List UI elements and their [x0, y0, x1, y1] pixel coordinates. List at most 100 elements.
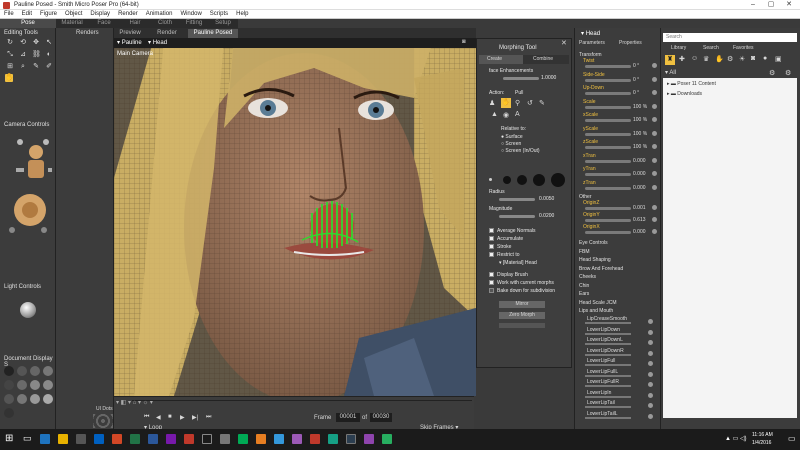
brush-tiny-icon[interactable]: [489, 178, 492, 181]
morph-group-item[interactable]: Eye Controls: [579, 240, 608, 246]
camera-controls-widget[interactable]: [6, 130, 52, 236]
add-library-icon[interactable]: ⚙: [769, 69, 775, 77]
morph-group-item[interactable]: Cheeks: [579, 274, 596, 280]
param-value[interactable]: 0 °: [633, 63, 639, 69]
magnitude-value[interactable]: 0.0200: [539, 213, 554, 219]
param-value[interactable]: 100 %: [633, 131, 647, 137]
param-dial-icon[interactable]: [652, 76, 657, 82]
tab-preview[interactable]: Preview: [114, 29, 146, 38]
favorites-tab[interactable]: Favorites: [733, 45, 754, 51]
relative-screen-radio[interactable]: ○ Screen: [501, 141, 521, 147]
acrobat-taskbar-icon[interactable]: [184, 434, 194, 444]
lip-morph-row[interactable]: LowerLipTail: [575, 400, 661, 410]
relative-screen-inout-radio[interactable]: ○ Screen (In/Out): [501, 148, 540, 154]
extra-morph-button[interactable]: [499, 323, 545, 328]
lip-morph-dial-icon[interactable]: [648, 413, 653, 419]
param-dial-icon[interactable]: [652, 103, 657, 109]
room-tab-hair[interactable]: Hair: [120, 19, 150, 28]
brush-xlarge-icon[interactable]: [551, 173, 565, 187]
poses-category-icon[interactable]: ✚: [679, 55, 685, 63]
notifications-icon[interactable]: ▭: [788, 434, 796, 443]
lights-category-icon[interactable]: ☀: [739, 55, 745, 63]
explorer-taskbar-icon[interactable]: [58, 434, 68, 444]
param-slider[interactable]: [585, 146, 631, 149]
work-current-checkbox[interactable]: [489, 280, 494, 285]
flat-shaded-style-icon[interactable]: [17, 380, 27, 390]
renders-label[interactable]: Renders: [76, 30, 99, 36]
preview-style-icon[interactable]: [43, 394, 53, 404]
lip-morph-row[interactable]: LowerLipFullR: [575, 379, 661, 389]
direct-manip-icon[interactable]: ✎: [32, 63, 40, 71]
outline-style-icon[interactable]: [17, 366, 27, 376]
smooth-brush-icon[interactable]: ⚲: [515, 99, 520, 107]
morphing-tool-icon[interactable]: ✋: [5, 74, 14, 82]
task-view-icon[interactable]: ▭: [23, 433, 32, 444]
relative-surface-radio[interactable]: ● Surface: [501, 134, 523, 140]
stop-icon[interactable]: ■: [168, 414, 172, 420]
lip-morph-dial-icon[interactable]: [648, 340, 653, 345]
radius-value[interactable]: 0.0050: [539, 196, 554, 202]
param-value[interactable]: 0.000: [633, 158, 646, 164]
param-value[interactable]: 100 %: [633, 144, 647, 150]
close-button[interactable]: ✕: [782, 1, 796, 9]
figures-category-icon[interactable]: ♜: [665, 55, 675, 65]
param-dial-icon[interactable]: [652, 130, 657, 136]
wireframe-style-icon[interactable]: [30, 366, 40, 376]
lip-morph-row[interactable]: LowerLipDown: [575, 327, 661, 337]
room-tab-face[interactable]: Face: [88, 19, 120, 28]
transform-param-row[interactable]: yTran 0.000: [579, 166, 659, 179]
minimize-button[interactable]: –: [746, 1, 760, 9]
library-item-poser-content[interactable]: ▸ ▬ Poser 11 Content: [667, 81, 716, 87]
lip-morph-row[interactable]: LowerLipFullL: [575, 369, 661, 379]
lip-morph-slider[interactable]: [585, 406, 631, 408]
brush-small-icon[interactable]: [503, 176, 511, 184]
param-dial-icon[interactable]: [652, 63, 657, 68]
param-dial-icon[interactable]: [652, 117, 657, 122]
param-slider[interactable]: [585, 132, 631, 136]
menu-scripts[interactable]: Scripts: [206, 10, 232, 17]
transform-param-row[interactable]: Up-Down 0 °: [579, 85, 659, 98]
app5-taskbar-icon[interactable]: [292, 434, 302, 444]
rotate-tool-icon[interactable]: ↻: [6, 39, 14, 47]
other-param-row[interactable]: OriginX 0.000: [579, 224, 659, 237]
library-search-input[interactable]: Search: [663, 33, 797, 42]
flat-lined-style-icon[interactable]: [30, 380, 40, 390]
app7-taskbar-icon[interactable]: [346, 434, 356, 444]
app8-taskbar-icon[interactable]: [364, 434, 374, 444]
lip-morph-row[interactable]: LowerLipDownL: [575, 337, 661, 347]
texture-shaded-style-icon[interactable]: [30, 394, 40, 404]
lit-wireframe-style-icon[interactable]: [4, 380, 14, 390]
edge-taskbar-icon[interactable]: [40, 434, 50, 444]
magnitude-slider[interactable]: [499, 215, 535, 218]
lip-morph-slider[interactable]: [585, 322, 631, 324]
menu-edit[interactable]: Edit: [18, 10, 36, 17]
lip-morph-row[interactable]: LipCreaseSmooth: [575, 316, 661, 326]
lip-morph-row[interactable]: LowerLipDownR: [575, 348, 661, 358]
menu-window[interactable]: Window: [176, 10, 205, 17]
hidden-line-style-icon[interactable]: [43, 366, 53, 376]
menu-render[interactable]: Render: [114, 10, 142, 17]
view-magnifier-icon[interactable]: ⌕: [19, 63, 27, 71]
color-tool-icon[interactable]: ◐: [45, 51, 53, 59]
morph-group-item[interactable]: Lips and Mouth: [579, 308, 613, 314]
lip-morph-slider[interactable]: [585, 343, 631, 345]
lip-morph-row[interactable]: LowerLipTailL: [575, 411, 661, 421]
silhouette-style-icon[interactable]: [4, 366, 14, 376]
clock-time[interactable]: 11:16 AM: [752, 432, 773, 438]
app6-taskbar-icon[interactable]: [328, 434, 338, 444]
param-dial-icon[interactable]: [652, 90, 657, 95]
zero-morph-button[interactable]: Zero Morph: [499, 312, 545, 319]
excel-taskbar-icon[interactable]: [130, 434, 140, 444]
radius-slider[interactable]: [499, 198, 535, 201]
menu-help[interactable]: Help: [232, 10, 252, 17]
param-value[interactable]: 0.001: [633, 205, 646, 211]
menu-object[interactable]: Object: [61, 10, 86, 17]
pull-brush-icon[interactable]: ✋: [501, 98, 511, 108]
text-brush-icon[interactable]: A: [515, 111, 520, 118]
smooth-lined-style-icon[interactable]: [17, 394, 27, 404]
pinch-brush-icon[interactable]: ✎: [539, 99, 545, 107]
app2-taskbar-icon[interactable]: [238, 434, 248, 444]
param-value[interactable]: 0.613: [633, 217, 646, 223]
transform-param-row[interactable]: zTran 0.000: [579, 180, 659, 193]
param-slider[interactable]: [585, 159, 631, 163]
